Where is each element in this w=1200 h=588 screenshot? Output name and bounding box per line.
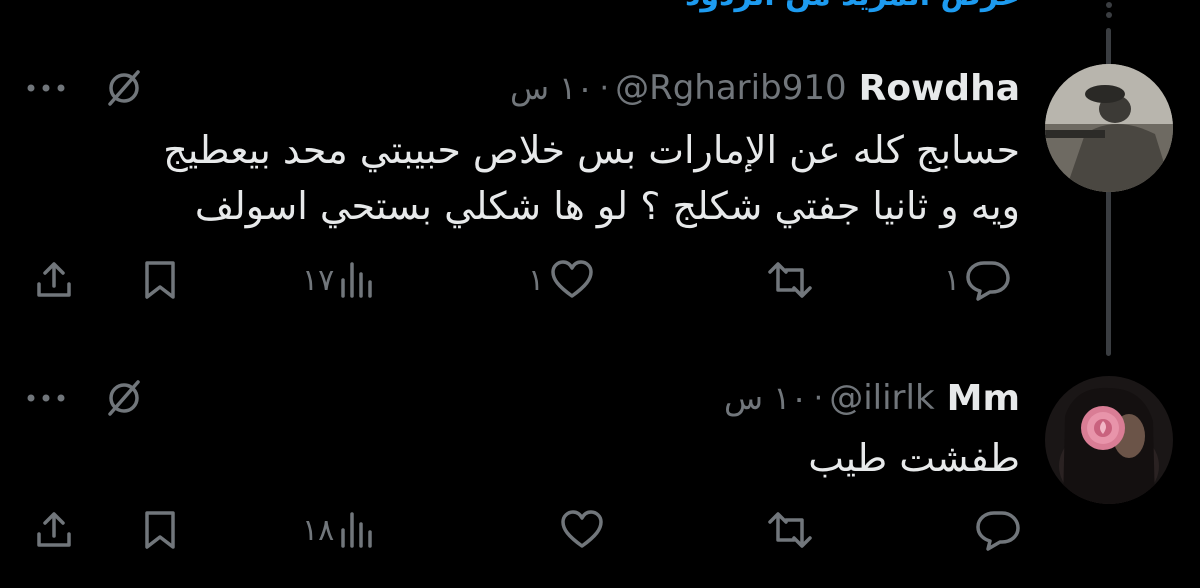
views-button[interactable]: ١٧ — [302, 258, 378, 302]
user-name[interactable]: Mm — [947, 378, 1020, 419]
avatar[interactable] — [1045, 64, 1173, 192]
show-more-replies-link[interactable]: عرض المزيد من الردود — [640, 0, 1020, 13]
views-count: ١٧ — [302, 262, 335, 298]
tweet-time[interactable]: ١٠ س — [510, 69, 594, 107]
bookmark-button[interactable] — [140, 258, 180, 302]
bookmark-icon — [145, 511, 175, 549]
tweet-time[interactable]: ١٠ س — [724, 379, 808, 417]
tweet-text-line: ويه و ثانيا جفتي شكلج ؟ لو ها شكلي بستحي… — [194, 184, 1020, 228]
retweet-button[interactable] — [760, 508, 816, 552]
retweet-button[interactable] — [760, 258, 816, 302]
tweet-text-line: طفشت طيب — [808, 436, 1020, 480]
bookmark-button[interactable] — [140, 508, 180, 552]
share-icon — [37, 512, 71, 547]
replies-count: ١ — [944, 262, 961, 298]
more-options-icon[interactable] — [26, 386, 66, 410]
share-button[interactable] — [32, 258, 76, 302]
user-name[interactable]: Rowdha — [859, 68, 1020, 109]
separator-dot: · — [599, 70, 610, 106]
user-handle[interactable]: @ilirlk — [829, 378, 934, 418]
like-button[interactable] — [554, 508, 606, 552]
views-count: ١٨ — [302, 512, 335, 548]
views-icon — [341, 512, 372, 548]
tweet-text: حسابج كله عن الإمارات بس خلاص حبيبتي محد… — [163, 122, 1020, 234]
separator-dot: · — [813, 380, 824, 416]
share-button[interactable] — [32, 508, 76, 552]
heart-icon — [561, 510, 603, 548]
retweet-icon — [768, 262, 812, 298]
views-icon — [341, 262, 372, 298]
reply-icon — [966, 261, 1010, 301]
avatar[interactable] — [1045, 376, 1173, 504]
reply-button[interactable]: ١ — [944, 258, 1012, 302]
user-handle[interactable]: @Rgharib910 — [615, 68, 847, 108]
tweet-header: ١٠ س · @ilirlk Mm — [724, 376, 1020, 420]
reply-button[interactable] — [970, 508, 1022, 552]
bookmark-icon — [145, 261, 175, 299]
reply-icon — [976, 511, 1020, 551]
retweet-icon — [768, 512, 812, 548]
views-button[interactable]: ١٨ — [302, 508, 378, 552]
tweet-header: ١٠ س · @Rgharib910 Rowdha — [510, 66, 1020, 110]
reply-thread: عرض المزيد من الردود ١٠ س · @Rgharib910 … — [0, 0, 1200, 588]
like-button[interactable]: ١ — [528, 258, 596, 302]
likes-count: ١ — [528, 262, 545, 298]
more-options-icon[interactable] — [26, 76, 66, 100]
share-icon — [37, 262, 71, 297]
tweet-text-line: حسابج كله عن الإمارات بس خلاص حبيبتي محد… — [163, 128, 1020, 172]
grok-icon[interactable] — [104, 378, 144, 418]
grok-icon[interactable] — [104, 68, 144, 108]
heart-icon — [551, 260, 593, 298]
tweet-text: طفشت طيب — [808, 430, 1020, 486]
thread-dots-icon — [1103, 0, 1115, 20]
